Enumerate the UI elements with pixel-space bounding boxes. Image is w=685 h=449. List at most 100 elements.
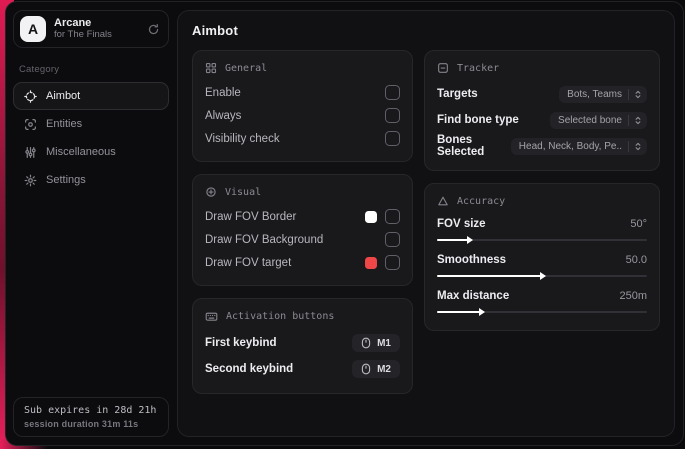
tracker-box-icon — [437, 62, 449, 74]
setting-row: Draw FOV Background — [205, 228, 400, 251]
fov-size-slider-block: FOV size 50° — [437, 214, 647, 244]
app-name: Arcane — [54, 17, 92, 30]
row-controls — [365, 255, 400, 270]
smoothness-slider-block: Smoothness 50.0 — [437, 250, 647, 280]
visual-card: Visual Draw FOV Border Draw FOV Backgrou… — [192, 174, 413, 286]
session-duration-text: session duration 31m 11s — [24, 418, 139, 429]
find-bone-type-dropdown[interactable]: Selected bone — [550, 111, 647, 129]
general-card-header: General — [205, 62, 400, 74]
chevrons-up-down-icon — [628, 140, 643, 152]
chevrons-up-down-icon — [628, 88, 643, 100]
row-label: Always — [205, 109, 242, 122]
bones-selected-dropdown[interactable]: Head, Neck, Body, Pe.. — [510, 137, 647, 155]
sidebar-item-aimbot[interactable]: Aimbot — [13, 82, 169, 110]
setting-row: Draw FOV Border — [205, 205, 400, 228]
sidebar: A Arcane for The Finals Category Aimbot — [6, 2, 176, 445]
gear-icon — [24, 174, 37, 187]
sidebar-item-label: Entities — [46, 118, 83, 130]
sidebar-item-entities[interactable]: Entities — [13, 110, 169, 138]
draw-fov-border-checkbox[interactable] — [385, 209, 400, 224]
card-title: Activation buttons — [226, 311, 335, 322]
right-column: Tracker Targets Bots, Teams Find bone ty… — [424, 50, 660, 331]
content-grid: General Enable Always Visibility check V… — [192, 50, 660, 394]
mouse-icon — [361, 363, 371, 375]
accuracy-card: Accuracy FOV size 50° Smoothness 50.0 Ma… — [424, 183, 660, 331]
row-label: Visibility check — [205, 132, 280, 145]
slider-thumb[interactable] — [479, 307, 486, 316]
visibility-check-checkbox[interactable] — [385, 131, 400, 146]
card-title: Accuracy — [457, 195, 506, 207]
activation-card-header: Activation buttons — [205, 310, 400, 323]
setting-row: Second keybind M2 — [205, 356, 400, 382]
fov-target-color-swatch[interactable] — [365, 256, 377, 269]
chevrons-up-down-icon — [628, 114, 643, 126]
profile-card[interactable]: A Arcane for The Finals — [13, 10, 169, 48]
app-logo: A — [20, 16, 46, 42]
sidebar-item-miscellaneous[interactable]: Miscellaneous — [13, 138, 169, 166]
dropdown-value: Bots, Teams — [567, 88, 622, 100]
main-panel: Aimbot General Enable Always Visibility … — [177, 10, 675, 437]
setting-row: Enable — [205, 81, 400, 104]
activation-card: Activation buttons First keybind M1 Seco… — [192, 298, 413, 394]
row-label: Find bone type — [437, 114, 519, 126]
setting-row: Always — [205, 104, 400, 127]
card-title: General — [225, 62, 268, 74]
subscription-info-card: Sub expires in 28d 21h session duration … — [13, 397, 169, 437]
smoothness-slider[interactable] — [437, 271, 647, 280]
visual-card-header: Visual — [205, 186, 400, 198]
row-label: Bones Selected — [437, 134, 485, 158]
dropdown-value: Head, Neck, Body, Pe.. — [518, 140, 622, 152]
setting-row: Targets Bots, Teams — [437, 81, 647, 107]
second-keybind-button[interactable]: M2 — [352, 360, 400, 378]
setting-row: First keybind M1 — [205, 330, 400, 356]
fov-border-color-swatch[interactable] — [365, 210, 377, 223]
card-title: Visual — [225, 186, 262, 198]
slider-value: 50.0 — [625, 254, 647, 266]
category-label: Category — [19, 64, 60, 75]
row-controls — [365, 209, 400, 224]
sliders-icon — [24, 146, 37, 159]
setting-row: Visibility check — [205, 127, 400, 150]
row-label: Max distance — [437, 290, 510, 302]
row-label: Draw FOV Border — [205, 210, 297, 223]
row-label: First keybind — [205, 337, 277, 349]
slider-fill — [437, 307, 486, 316]
app-window: A Arcane for The Finals Category Aimbot — [5, 1, 684, 446]
general-card: General Enable Always Visibility check — [192, 50, 413, 162]
slider-thumb[interactable] — [540, 271, 546, 280]
left-column: General Enable Always Visibility check V… — [192, 50, 413, 394]
draw-fov-background-checkbox[interactable] — [385, 232, 400, 247]
max-distance-slider-block: Max distance 250m — [437, 286, 647, 316]
slider-value: 50° — [630, 218, 647, 230]
slider-thumb[interactable] — [466, 235, 473, 244]
always-checkbox[interactable] — [385, 108, 400, 123]
row-label: Draw FOV Background — [205, 233, 324, 246]
triangle-icon — [437, 195, 449, 207]
sidebar-item-settings[interactable]: Settings — [13, 166, 169, 194]
row-label: Enable — [205, 86, 241, 99]
first-keybind-button[interactable]: M1 — [352, 334, 400, 352]
refresh-icon[interactable] — [147, 23, 160, 36]
tracker-card-header: Tracker — [437, 62, 647, 74]
focus-circle-icon — [205, 186, 217, 198]
row-label: Smoothness — [437, 254, 507, 266]
row-label: Draw FOV target — [205, 256, 292, 269]
slider-fill — [437, 271, 546, 280]
card-title: Tracker — [457, 62, 500, 74]
keybind-value: M1 — [377, 337, 391, 349]
draw-fov-target-checkbox[interactable] — [385, 255, 400, 270]
keybind-value: M2 — [377, 363, 391, 375]
dropdown-value: Selected bone — [558, 114, 622, 126]
max-distance-slider[interactable] — [437, 307, 647, 316]
entities-scan-icon — [24, 118, 37, 131]
sub-expiry-text: Sub expires in 28d 21h — [24, 405, 157, 417]
enable-checkbox[interactable] — [385, 85, 400, 100]
mouse-icon — [361, 337, 371, 349]
row-label: Targets — [437, 88, 478, 100]
sidebar-item-label: Miscellaneous — [46, 146, 116, 158]
fov-size-slider[interactable] — [437, 235, 647, 244]
targets-dropdown[interactable]: Bots, Teams — [559, 85, 647, 103]
row-label: FOV size — [437, 218, 486, 230]
crosshair-icon — [24, 89, 37, 103]
setting-row: Draw FOV target — [205, 251, 400, 274]
